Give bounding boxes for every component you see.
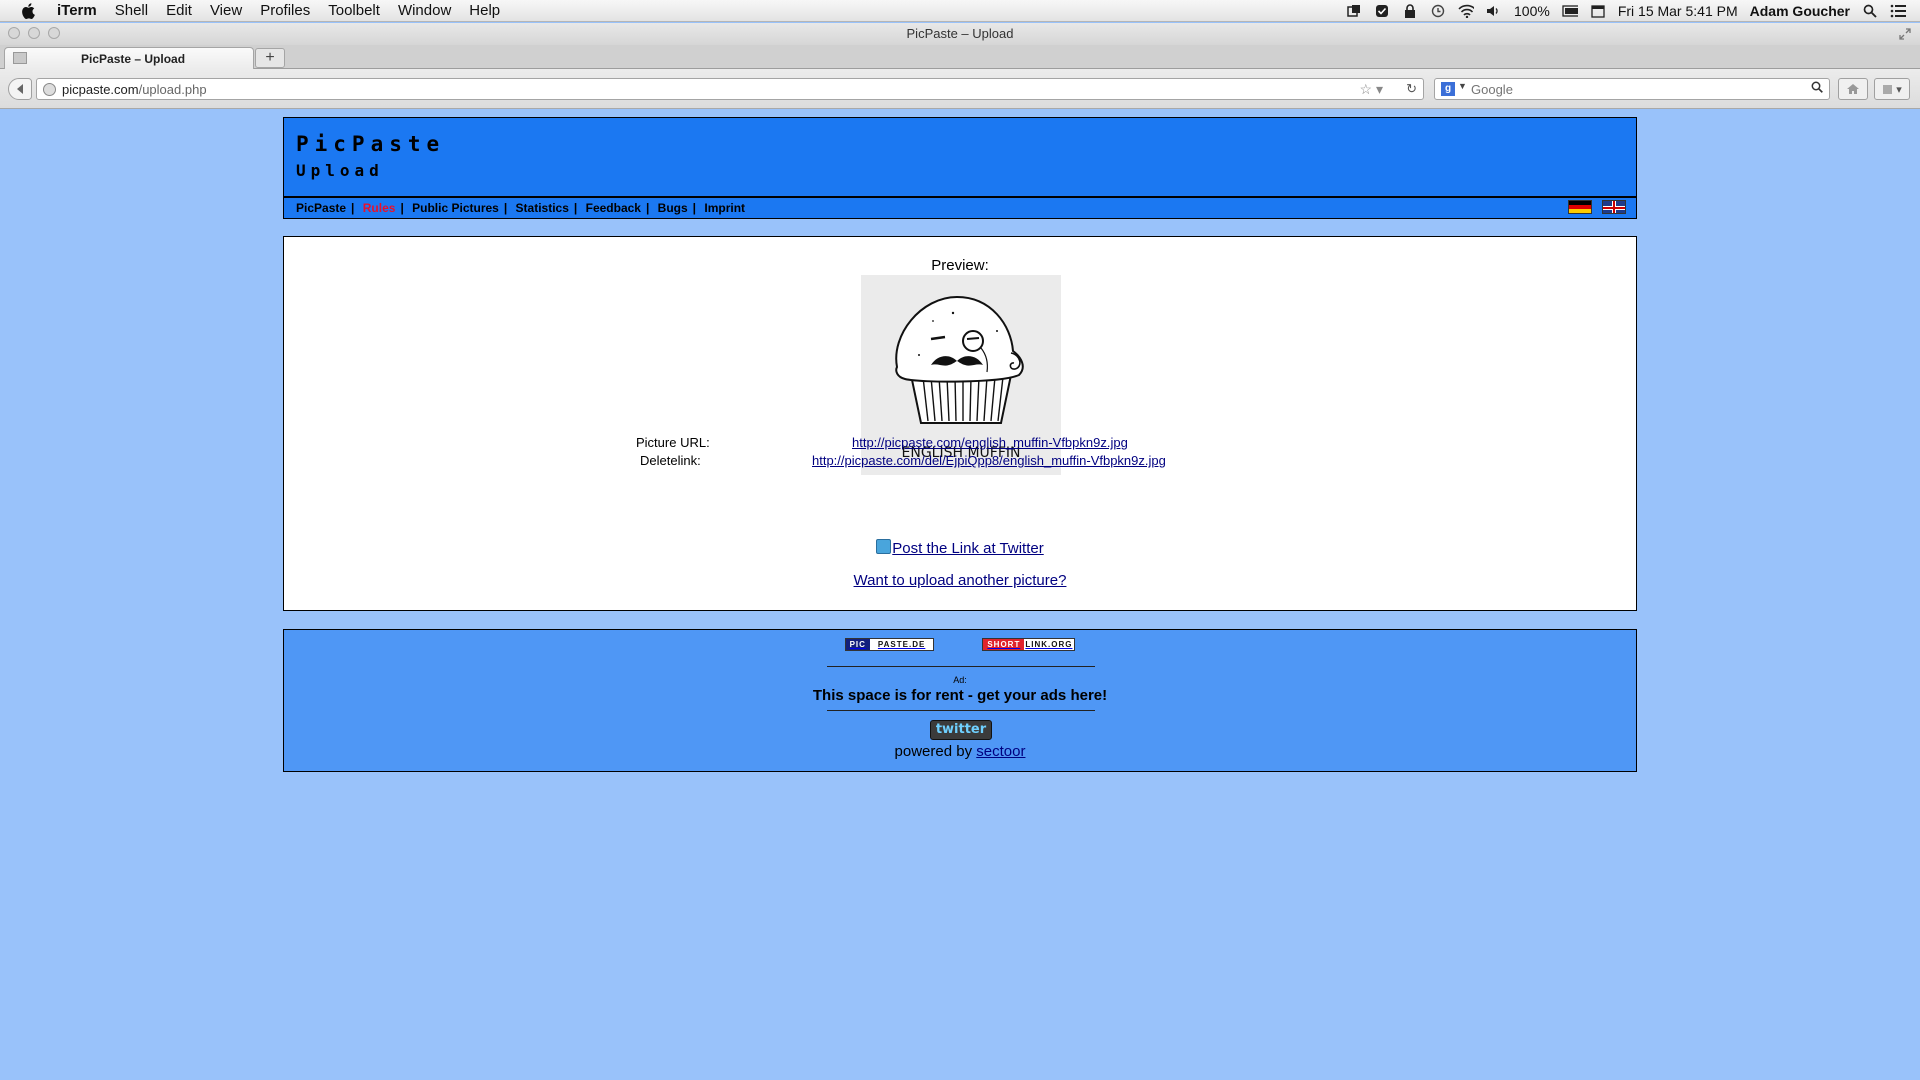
nav-feedback[interactable]: Feedback bbox=[586, 201, 641, 215]
user-name[interactable]: Adam Goucher bbox=[1750, 3, 1850, 19]
battery-icon[interactable] bbox=[1562, 3, 1578, 19]
ad-label: Ad: bbox=[953, 675, 967, 685]
menu-profiles[interactable]: Profiles bbox=[251, 0, 319, 22]
fullscreen-icon[interactable] bbox=[1898, 27, 1912, 41]
back-arrow-icon bbox=[17, 84, 23, 94]
screen-share-icon[interactable] bbox=[1346, 3, 1362, 19]
picture-url-link[interactable]: http://picpaste.com/english_muffin-Vfbpk… bbox=[852, 435, 1128, 450]
menu-bar: iTerm Shell Edit View Profiles Toolbelt … bbox=[0, 0, 1920, 22]
apple-icon[interactable] bbox=[18, 1, 38, 21]
upload-another: Want to upload another picture? bbox=[284, 572, 1636, 589]
tab-label: PicPaste – Upload bbox=[81, 52, 186, 66]
menu-toolbelt[interactable]: Toolbelt bbox=[319, 0, 389, 22]
calendar-icon[interactable] bbox=[1590, 3, 1606, 19]
new-tab-button[interactable]: + bbox=[255, 48, 285, 68]
spotlight-icon[interactable] bbox=[1862, 3, 1878, 19]
site-footer: PIC PASTE.DE SHORT LINK.ORG Ad: This space… bbox=[283, 629, 1637, 772]
url-domain: picpaste.com bbox=[62, 82, 139, 97]
twitter-button[interactable]: twitter bbox=[930, 720, 992, 740]
menu-shell[interactable]: Shell bbox=[106, 0, 157, 22]
nav-imprint[interactable]: Imprint bbox=[704, 201, 745, 215]
extension-button[interactable]: ▾ bbox=[1874, 78, 1910, 100]
checkbox-icon[interactable] bbox=[1374, 3, 1390, 19]
powered-by: powered by sectoor bbox=[284, 743, 1636, 760]
site-header: PicPaste Upload PicPaste | Rules | Public … bbox=[283, 117, 1637, 219]
nav-picpaste[interactable]: PicPaste bbox=[296, 201, 346, 215]
battery-percent[interactable]: 100% bbox=[1514, 3, 1550, 19]
menu-help[interactable]: Help bbox=[460, 0, 509, 22]
lock-icon[interactable] bbox=[1402, 3, 1418, 19]
menu-view[interactable]: View bbox=[201, 0, 251, 22]
time-machine-icon[interactable] bbox=[1430, 3, 1446, 19]
preview-label: Preview: bbox=[931, 257, 989, 274]
sectoor-link[interactable]: sectoor bbox=[976, 743, 1025, 760]
post-to-twitter: Post the Link at Twitter bbox=[284, 539, 1636, 557]
back-button[interactable] bbox=[8, 78, 32, 100]
site-identity-icon[interactable] bbox=[43, 83, 56, 96]
navigation-toolbar: picpaste.com/upload.php ☆ ▾ ↻ g ▼ ▾ bbox=[0, 69, 1920, 109]
search-bar[interactable]: g ▼ bbox=[1434, 78, 1830, 100]
divider bbox=[827, 710, 1095, 711]
twitter-icon[interactable] bbox=[876, 539, 892, 554]
shortlink-org-logo[interactable]: SHORT LINK.ORG bbox=[982, 638, 1076, 651]
page-subtitle: Upload bbox=[296, 161, 384, 180]
divider bbox=[827, 666, 1095, 667]
wifi-icon[interactable] bbox=[1458, 3, 1474, 19]
nav-public-pictures[interactable]: Public Pictures bbox=[412, 201, 499, 215]
menu-edit[interactable]: Edit bbox=[157, 0, 201, 22]
upload-another-link[interactable]: Want to upload another picture? bbox=[854, 572, 1067, 589]
picture-url-label: Picture URL: bbox=[636, 435, 710, 450]
search-icon[interactable] bbox=[1811, 81, 1823, 96]
language-flags bbox=[1568, 200, 1626, 214]
web-page: PicPaste Upload PicPaste | Rules | Public … bbox=[0, 110, 1920, 1080]
window-title: PicPaste – Upload bbox=[906, 26, 1014, 41]
search-input[interactable] bbox=[1471, 80, 1791, 98]
nav-bugs[interactable]: Bugs bbox=[658, 201, 688, 215]
powered-by-label: powered by bbox=[894, 743, 973, 760]
url-path: /upload.php bbox=[138, 82, 207, 97]
address-bar[interactable]: picpaste.com/upload.php ☆ ▾ ↻ bbox=[36, 78, 1424, 100]
reload-icon[interactable]: ↻ bbox=[1406, 81, 1417, 97]
post-to-twitter-link[interactable]: Post the Link at Twitter bbox=[892, 540, 1043, 557]
tab-picpaste-upload[interactable]: PicPaste – Upload bbox=[4, 47, 254, 69]
ad-text: This space is for rent - get your ads he… bbox=[812, 687, 1108, 704]
nav-rules[interactable]: Rules bbox=[363, 201, 396, 215]
volume-icon[interactable] bbox=[1486, 3, 1502, 19]
chevron-down-icon[interactable]: ▼ bbox=[1458, 81, 1467, 91]
url-text: picpaste.com/upload.php bbox=[62, 82, 207, 97]
notification-center-icon[interactable] bbox=[1890, 3, 1906, 19]
bookmark-star-icon[interactable]: ☆ ▾ bbox=[1360, 81, 1383, 98]
nav-statistics[interactable]: Statistics bbox=[516, 201, 569, 215]
search-engine-icon[interactable]: g bbox=[1441, 82, 1455, 96]
site-title: PicPaste bbox=[296, 132, 446, 156]
german-flag-icon[interactable] bbox=[1568, 200, 1592, 214]
picpaste-de-logo[interactable]: PIC PASTE.DE bbox=[844, 638, 935, 651]
deletelink-link[interactable]: http://picpaste.com/del/EjpiQpp8/english… bbox=[812, 453, 1166, 468]
deletelink-label: Deletelink: bbox=[640, 453, 701, 468]
menu-window[interactable]: Window bbox=[389, 0, 460, 22]
window-titlebar: PicPaste – Upload bbox=[0, 23, 1920, 45]
home-button[interactable] bbox=[1838, 78, 1868, 100]
partner-logos: PIC PASTE.DE SHORT LINK.ORG bbox=[284, 638, 1636, 651]
english-flag-icon[interactable] bbox=[1602, 200, 1626, 214]
clock[interactable]: Fri 15 Mar 5:41 PM bbox=[1618, 3, 1738, 19]
favicon-icon bbox=[13, 52, 27, 64]
tab-bar: PicPaste – Upload + bbox=[0, 45, 1920, 69]
home-icon bbox=[1847, 84, 1859, 94]
puzzle-icon bbox=[1883, 85, 1893, 94]
upload-result-panel: Preview: ENGLISH MUFFIN Picture URL: htt… bbox=[283, 236, 1637, 611]
site-nav: PicPaste | Rules | Public Pictures | Statis… bbox=[284, 196, 1636, 218]
menu-app-name[interactable]: iTerm bbox=[48, 0, 106, 22]
